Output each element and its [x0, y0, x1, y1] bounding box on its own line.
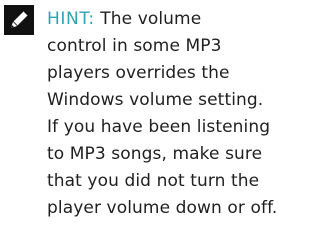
hint-line-7: that you did not turn the [47, 171, 260, 191]
hint-text-block: HINT: The volume control in some MP3 pla… [47, 6, 319, 222]
pencil-icon [4, 5, 34, 35]
hint-line-4: Windows volume setting. [47, 90, 264, 110]
hint-line-1: The volume [100, 9, 202, 29]
hint-line-2: control in some MP3 [47, 36, 222, 56]
hint-label: HINT: [47, 9, 95, 29]
hint-note: HINT: The volume control in some MP3 pla… [0, 0, 325, 245]
hint-line-6: to MP3 songs, make sure [47, 144, 263, 164]
hint-line-5: If you have been listening [47, 117, 271, 137]
hint-line-8: player volume down or off. [47, 198, 278, 218]
hint-line-3: players overrides the [47, 63, 230, 83]
hint-first-line: HINT: The volume [47, 6, 319, 33]
